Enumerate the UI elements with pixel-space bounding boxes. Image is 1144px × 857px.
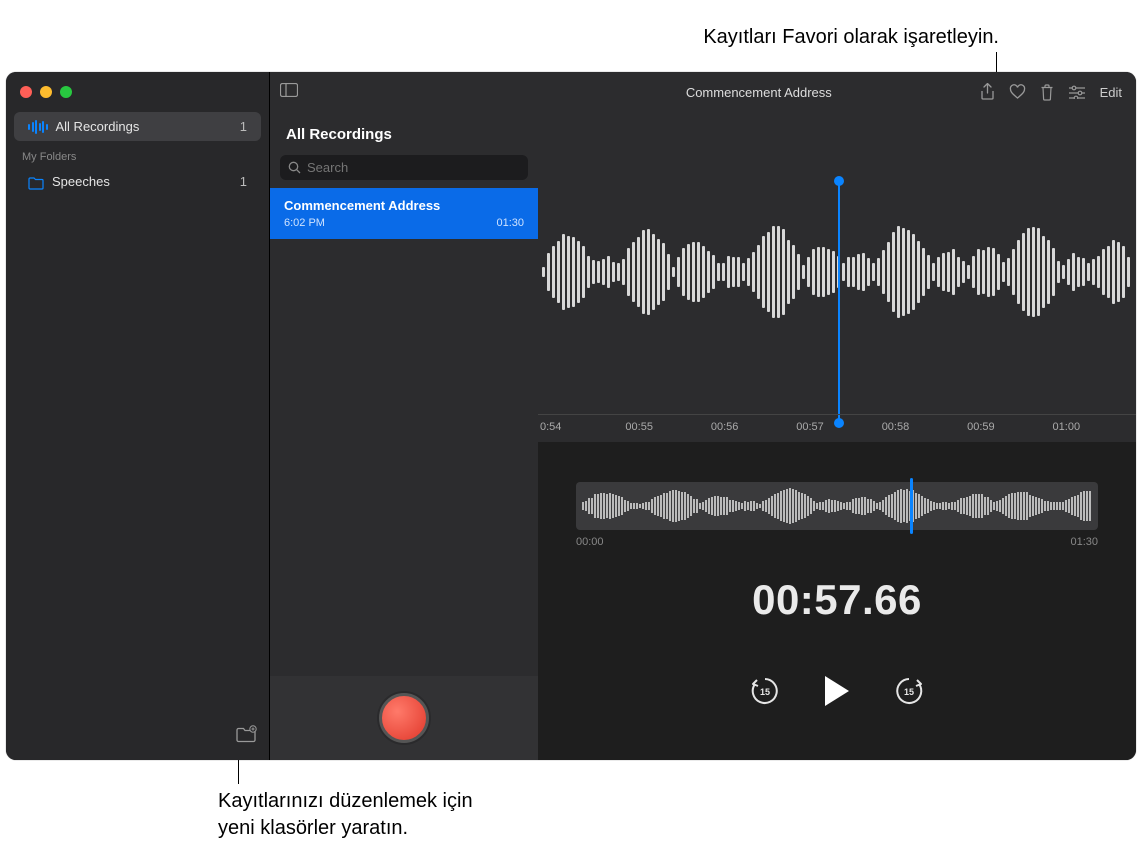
overview-end: 01:30 xyxy=(1070,536,1098,548)
search-input-container[interactable] xyxy=(280,155,528,180)
overview-start: 00:00 xyxy=(576,536,604,548)
sidebar-item-count: 1 xyxy=(240,174,247,189)
sidebar-item-label: Speeches xyxy=(52,174,110,189)
recordings-list-panel: All Recordings Commencement Address 6:02… xyxy=(269,72,538,760)
minimize-window-button[interactable] xyxy=(40,86,52,98)
record-footer xyxy=(270,676,538,760)
delete-button[interactable] xyxy=(1040,84,1054,101)
play-button[interactable] xyxy=(822,674,852,713)
window-controls xyxy=(6,72,269,106)
callout-line xyxy=(996,52,997,74)
list-toolbar xyxy=(270,72,538,112)
playback-controls: 15 15 xyxy=(538,674,1136,713)
record-button[interactable] xyxy=(379,693,429,743)
overview-labels: 00:00 01:30 xyxy=(576,536,1098,548)
axis-tick: 0:54 xyxy=(538,415,623,442)
skip-forward-button[interactable]: 15 xyxy=(892,674,926,713)
app-window: All Recordings 1 My Folders Speeches 1 A… xyxy=(6,72,1136,760)
sidebar-item-label: All Recordings xyxy=(56,119,140,134)
recording-duration: 01:30 xyxy=(496,217,524,229)
waveform-overview[interactable] xyxy=(576,482,1098,530)
share-button[interactable] xyxy=(980,83,995,101)
recording-title: Commencement Address xyxy=(284,198,524,213)
list-header: All Recordings xyxy=(270,112,538,155)
axis-tick: 01:00 xyxy=(1051,415,1136,442)
waveform-main-area[interactable]: 0:54 00:55 00:56 00:57 00:58 00:59 01:00 xyxy=(538,112,1136,442)
search-icon xyxy=(288,161,301,174)
edit-button[interactable]: Edit xyxy=(1100,85,1122,100)
svg-text:15: 15 xyxy=(760,687,770,697)
svg-text:15: 15 xyxy=(904,687,914,697)
waveform-bars xyxy=(538,212,1136,332)
callout-new-folder: Kayıtlarınızı düzenlemek için yeni klasö… xyxy=(218,788,473,842)
sidebar-section-header: My Folders xyxy=(6,141,269,167)
callout-line xyxy=(238,760,239,784)
axis-tick: 00:57 xyxy=(794,415,879,442)
overview-playhead[interactable] xyxy=(910,478,913,534)
recording-row[interactable]: Commencement Address 6:02 PM 01:30 xyxy=(270,188,538,239)
sidebar-item-speeches[interactable]: Speeches 1 xyxy=(14,167,261,196)
axis-tick: 00:59 xyxy=(965,415,1050,442)
toggle-sidebar-button[interactable] xyxy=(280,83,298,102)
folder-icon xyxy=(28,176,44,188)
detail-panel: Commencement Address Edit 0:54 00:55 00:… xyxy=(538,72,1136,760)
sidebar-item-all-recordings[interactable]: All Recordings 1 xyxy=(14,112,261,141)
current-time-display: 00:57.66 xyxy=(538,576,1136,624)
waveform-icon xyxy=(28,120,48,134)
sidebar-item-count: 1 xyxy=(240,119,247,134)
playhead[interactable] xyxy=(838,182,840,422)
fullscreen-window-button[interactable] xyxy=(60,86,72,98)
new-folder-button[interactable] xyxy=(235,725,257,748)
time-axis: 0:54 00:55 00:56 00:57 00:58 00:59 01:00 xyxy=(538,414,1136,442)
search-input[interactable] xyxy=(307,160,520,175)
detail-toolbar: Commencement Address Edit xyxy=(538,72,1136,112)
favorite-button[interactable] xyxy=(1009,84,1026,100)
sidebar: All Recordings 1 My Folders Speeches 1 xyxy=(6,72,269,760)
close-window-button[interactable] xyxy=(20,86,32,98)
axis-tick: 00:58 xyxy=(880,415,965,442)
detail-title: Commencement Address xyxy=(552,85,966,100)
recording-time: 6:02 PM xyxy=(284,217,325,229)
skip-back-button[interactable]: 15 xyxy=(748,674,782,713)
callout-favorite: Kayıtları Favori olarak işaretleyin. xyxy=(703,26,999,49)
options-button[interactable] xyxy=(1068,85,1086,99)
axis-tick: 00:56 xyxy=(709,415,794,442)
axis-tick: 00:55 xyxy=(623,415,708,442)
